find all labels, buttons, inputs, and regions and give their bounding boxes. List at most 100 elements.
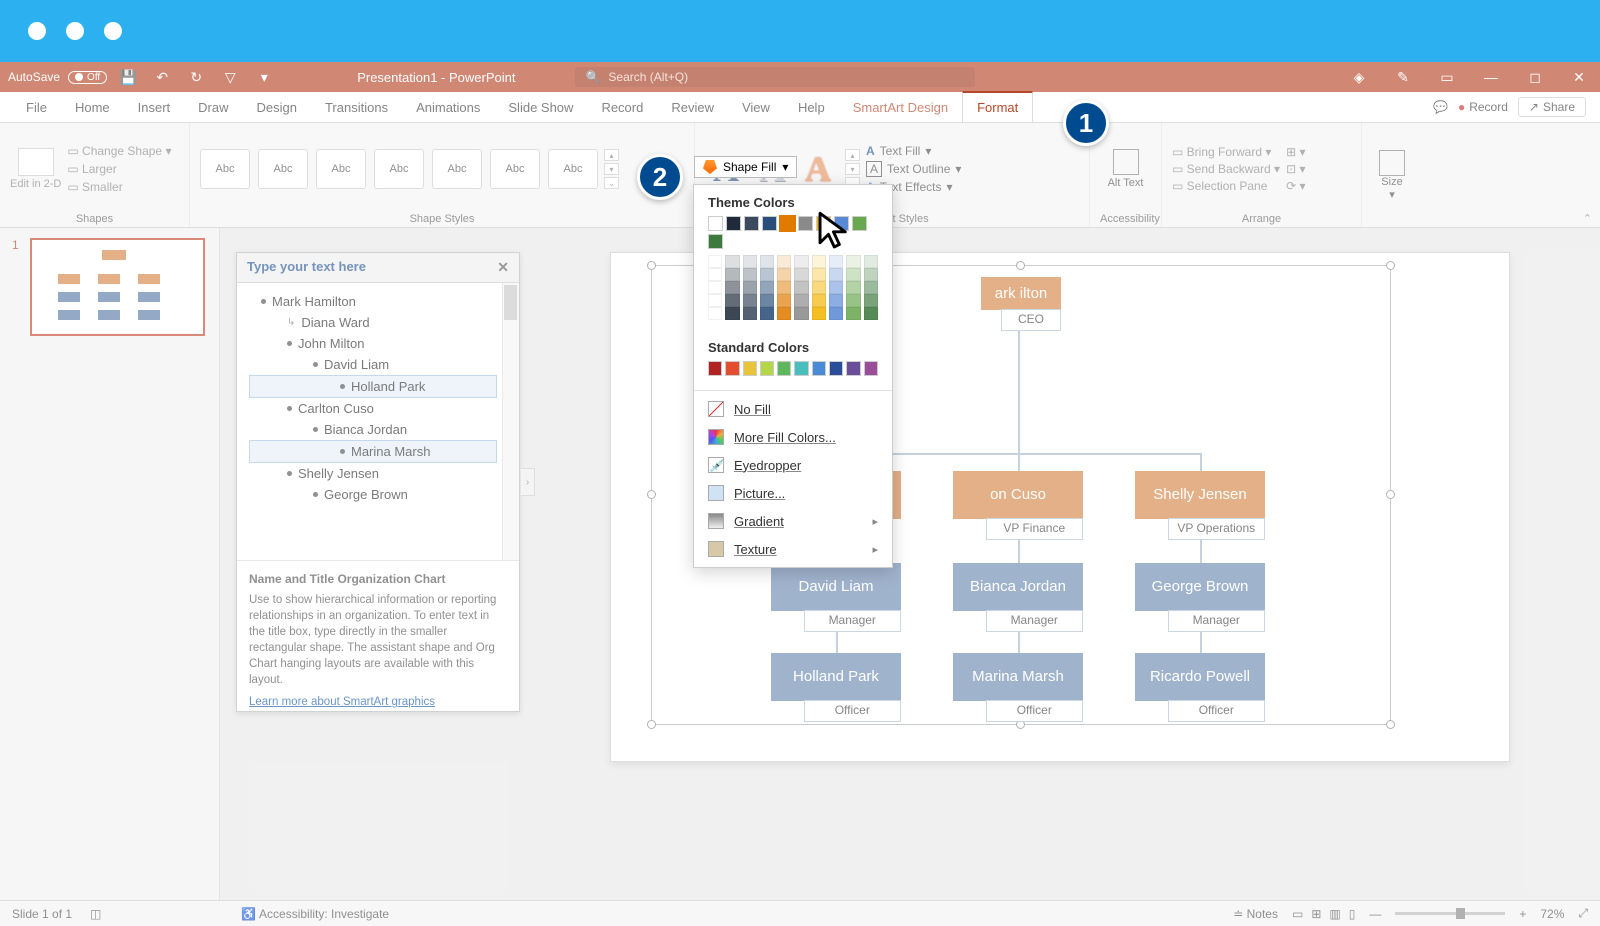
change-shape-button[interactable]: ▭ Change Shape ▾ — [67, 142, 171, 160]
maximize-icon[interactable]: ◻ — [1526, 68, 1544, 86]
style-thumb[interactable]: Abc — [548, 149, 598, 189]
gallery-down-icon[interactable]: ▾ — [604, 163, 619, 175]
slide-thumbnail[interactable] — [30, 238, 205, 336]
text-pane-item[interactable]: Shelly Jensen — [249, 463, 515, 484]
slide-thumbnail-panel[interactable]: 1 — [0, 228, 220, 900]
alt-text-button[interactable]: Alt Text — [1108, 149, 1144, 189]
theme-color-swatch[interactable] — [798, 216, 813, 231]
org-node-mgr-1[interactable]: David Liam Manager — [771, 563, 901, 632]
standard-color-swatch[interactable] — [794, 361, 808, 376]
theme-color-swatch[interactable] — [852, 216, 867, 231]
tab-insert[interactable]: Insert — [124, 92, 185, 122]
shade-swatch[interactable] — [812, 268, 826, 281]
normal-view-icon[interactable]: ▭ — [1292, 907, 1303, 921]
shade-swatch[interactable] — [708, 294, 722, 307]
shade-swatch[interactable] — [812, 255, 826, 268]
shape-fill-button[interactable]: Shape Fill ▾ — [694, 156, 797, 178]
shade-swatch[interactable] — [846, 268, 860, 281]
text-pane-item[interactable]: Carlton Cuso — [249, 398, 515, 419]
shade-swatch[interactable] — [743, 281, 757, 294]
slide-indicator[interactable]: Slide 1 of 1 — [12, 907, 72, 921]
slideshow-view-icon[interactable]: ▯ — [1349, 907, 1356, 921]
tab-view[interactable]: View — [728, 92, 784, 122]
standard-color-swatch[interactable] — [846, 361, 860, 376]
org-node-vp-3[interactable]: Shelly Jensen VP Operations — [1135, 471, 1265, 540]
autosave-toggle[interactable]: Off — [68, 71, 107, 84]
larger-button[interactable]: ▭ Larger — [67, 160, 171, 178]
text-pane-item[interactable]: Mark Hamilton — [249, 291, 515, 312]
tab-design[interactable]: Design — [243, 92, 311, 122]
standard-color-swatch[interactable] — [864, 361, 878, 376]
standard-color-swatch[interactable] — [743, 361, 757, 376]
tab-smartart-design[interactable]: SmartArt Design — [839, 92, 962, 122]
text-fill-button[interactable]: AText Fill ▾ — [866, 144, 961, 158]
text-pane-scrollbar[interactable] — [502, 283, 519, 560]
tab-record[interactable]: Record — [587, 92, 657, 122]
shade-swatch[interactable] — [777, 307, 791, 320]
standard-color-swatch[interactable] — [708, 361, 722, 376]
tab-animations[interactable]: Animations — [402, 92, 494, 122]
text-pane-item[interactable]: Holland Park — [249, 375, 497, 398]
shade-swatch[interactable] — [864, 255, 878, 268]
tab-review[interactable]: Review — [657, 92, 728, 122]
text-pane-item[interactable]: David Liam — [249, 354, 515, 375]
window-layout-icon[interactable]: ▭ — [1438, 68, 1456, 86]
org-node-off-1[interactable]: Holland Park Officer — [771, 653, 901, 722]
shade-swatch[interactable] — [794, 281, 808, 294]
text-pane-item[interactable]: John Milton — [249, 333, 515, 354]
share-button[interactable]: ↗ Share — [1518, 97, 1586, 117]
wa-gallery-up-icon[interactable]: ▴ — [845, 149, 860, 161]
accessibility-status[interactable]: ♿ Accessibility: Investigate — [241, 907, 389, 921]
shade-swatch[interactable] — [812, 281, 826, 294]
slide-editor[interactable]: Type your text here ✕ Mark Hamilton↳Dian… — [220, 228, 1600, 900]
org-node-mgr-3[interactable]: George Brown Manager — [1135, 563, 1265, 632]
standard-color-swatch[interactable] — [725, 361, 739, 376]
fit-to-window-icon[interactable]: ⤢ — [1578, 906, 1588, 921]
shade-swatch[interactable] — [777, 268, 791, 281]
standard-color-swatch[interactable] — [829, 361, 843, 376]
shade-swatch[interactable] — [794, 255, 808, 268]
shade-swatch[interactable] — [846, 281, 860, 294]
shade-swatch[interactable] — [743, 268, 757, 281]
style-thumb[interactable]: Abc — [258, 149, 308, 189]
style-thumb[interactable]: Abc — [374, 149, 424, 189]
comments-icon[interactable]: 💬 — [1433, 100, 1448, 114]
zoom-percent[interactable]: 72% — [1540, 907, 1564, 921]
shade-swatch[interactable] — [708, 307, 722, 320]
learn-more-link[interactable]: Learn more about SmartArt graphics — [249, 694, 435, 710]
shade-swatch[interactable] — [794, 268, 808, 281]
shade-swatch[interactable] — [864, 268, 878, 281]
texture-fill-button[interactable]: Texture▸ — [694, 535, 892, 563]
gallery-up-icon[interactable]: ▴ — [604, 149, 619, 161]
tab-home[interactable]: Home — [61, 92, 124, 122]
text-pane-item[interactable]: George Brown — [249, 484, 515, 505]
shade-swatch[interactable] — [708, 255, 722, 268]
shade-swatch[interactable] — [864, 294, 878, 307]
picture-fill-button[interactable]: Picture... — [694, 479, 892, 507]
more-fill-colors-button[interactable]: More Fill Colors... — [694, 423, 892, 451]
style-thumb[interactable]: Abc — [316, 149, 366, 189]
shade-swatch[interactable] — [864, 281, 878, 294]
text-pane-close-icon[interactable]: ✕ — [497, 259, 509, 276]
minimize-icon[interactable]: — — [1482, 68, 1500, 86]
tab-draw[interactable]: Draw — [184, 92, 242, 122]
standard-color-swatch[interactable] — [760, 361, 774, 376]
text-pane-collapse-icon[interactable]: › — [521, 468, 535, 496]
theme-color-swatch[interactable] — [834, 216, 849, 231]
bring-forward-button[interactable]: ▭ Bring Forward ▾ — [1172, 145, 1280, 159]
style-thumb[interactable]: Abc — [490, 149, 540, 189]
shade-swatch[interactable] — [725, 268, 739, 281]
wa-gallery-down-icon[interactable]: ▾ — [845, 163, 860, 175]
text-pane-item[interactable]: Marina Marsh — [249, 440, 497, 463]
shade-swatch[interactable] — [829, 307, 843, 320]
selection-pane-button[interactable]: ▭ Selection Pane — [1172, 179, 1280, 193]
zoom-in-icon[interactable]: + — [1519, 907, 1526, 921]
from-beginning-icon[interactable]: ▽ — [221, 68, 239, 86]
shade-swatch[interactable] — [777, 294, 791, 307]
shape-style-gallery[interactable]: Abc Abc Abc Abc Abc Abc Abc — [200, 149, 598, 189]
standard-color-swatch[interactable] — [777, 361, 791, 376]
record-button[interactable]: ●Record — [1458, 100, 1508, 114]
shade-swatch[interactable] — [708, 268, 722, 281]
group-button[interactable]: ⊡ ▾ — [1286, 162, 1305, 176]
mac-min-dot[interactable] — [66, 22, 84, 40]
